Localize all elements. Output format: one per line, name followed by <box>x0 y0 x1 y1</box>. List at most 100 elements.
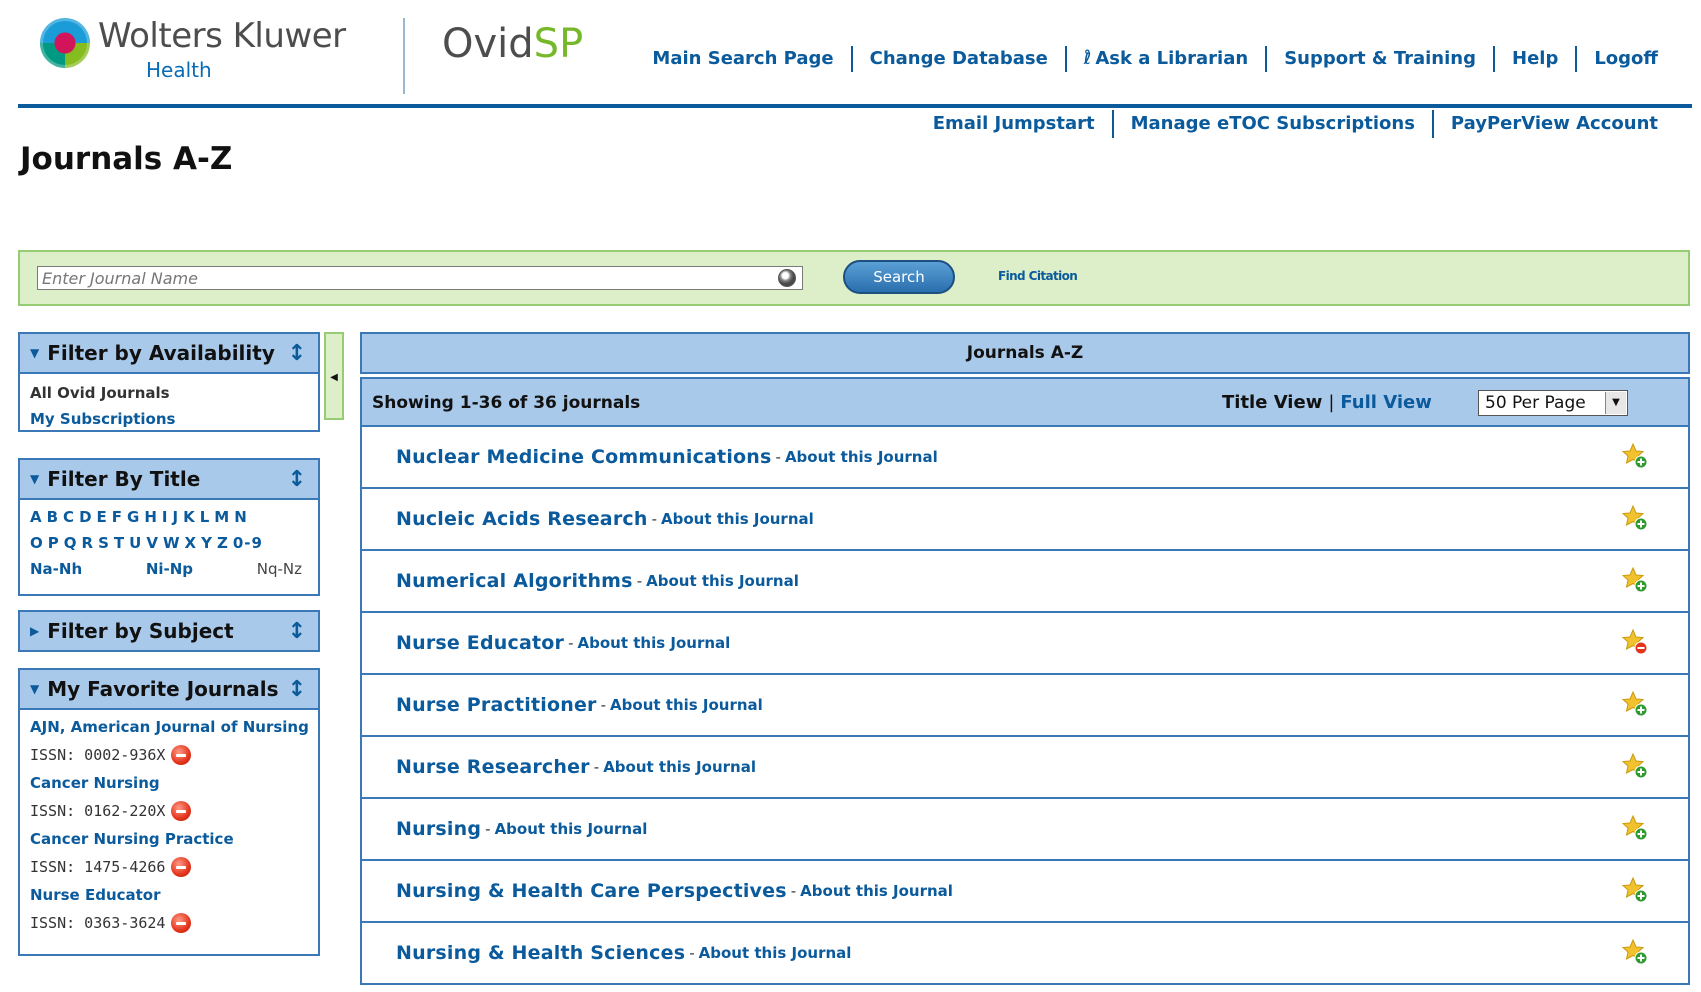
journal-title-link[interactable]: Nursing <box>396 818 481 840</box>
journal-title-link[interactable]: Nurse Researcher <box>396 756 590 778</box>
letter-filter-link[interactable]: X <box>184 530 197 556</box>
per-page-select[interactable]: 50 Per Page ▼ <box>1478 390 1628 416</box>
alphabet-row-2: O P Q R S T U V W X Y Z 0-9 <box>30 530 308 556</box>
add-favorite-star-icon[interactable] <box>1622 939 1648 965</box>
about-journal-link[interactable]: About this Journal <box>610 696 763 714</box>
about-journal-link[interactable]: About this Journal <box>699 944 852 962</box>
letter-filter-link[interactable]: Z <box>217 530 229 556</box>
favorite-journal-link[interactable]: AJN, American Journal of Nursing <box>30 714 309 740</box>
favorite-issn-text: ISSN: 0162-220X <box>30 802 166 820</box>
letter-filter-link[interactable]: V <box>146 530 159 556</box>
add-favorite-star-icon[interactable] <box>1622 877 1648 903</box>
resize-vertical-icon[interactable]: ↕ <box>288 677 306 702</box>
about-journal-link[interactable]: About this Journal <box>661 510 814 528</box>
my-subscriptions-option[interactable]: My Subscriptions <box>30 406 308 432</box>
letter-filter-link[interactable]: R <box>82 530 95 556</box>
ovidsp-logo[interactable]: OvidSP <box>442 22 583 66</box>
about-journal-link[interactable]: About this Journal <box>646 572 799 590</box>
resize-vertical-icon[interactable]: ↕ <box>288 619 306 644</box>
letter-filter-link[interactable]: Y <box>201 530 213 556</box>
letter-filter-link[interactable]: U <box>129 530 142 556</box>
letter-filter-link[interactable]: H <box>144 504 158 530</box>
collapse-sidebar-button[interactable]: ◀ <box>324 332 344 420</box>
letter-filter-link[interactable]: P <box>48 530 60 556</box>
resize-vertical-icon[interactable]: ↕ <box>288 467 306 492</box>
letter-filter-link[interactable]: D <box>79 504 92 530</box>
journal-title-link[interactable]: Nuclear Medicine Communications <box>396 446 772 468</box>
search-lens-icon[interactable] <box>778 269 796 287</box>
favorite-item: Cancer Nursing ISSN: 0162-220X <box>30 770 308 826</box>
letter-filter-link[interactable]: M <box>214 504 230 530</box>
letter-filter-link[interactable]: F <box>112 504 123 530</box>
remove-favorite-icon[interactable] <box>171 801 192 821</box>
letter-filter-link[interactable]: Q <box>64 530 78 556</box>
range-ni-np-link[interactable]: Ni-Np <box>146 556 193 582</box>
letter-filter-link[interactable]: I <box>162 504 169 530</box>
letter-filter-link[interactable]: C <box>63 504 75 530</box>
about-journal-link[interactable]: About this Journal <box>603 758 756 776</box>
letter-filter-link[interactable]: L <box>200 504 211 530</box>
payperview-account-link[interactable]: PayPerView Account <box>1431 110 1675 138</box>
journal-title-link[interactable]: Nursing & Health Sciences <box>396 942 685 964</box>
title-view-current: Title View <box>1222 392 1323 413</box>
filter-availability-title: Filter by Availability <box>47 341 275 365</box>
remove-favorite-icon[interactable] <box>171 857 192 877</box>
letter-filter-link[interactable]: E <box>97 504 108 530</box>
add-favorite-star-icon[interactable] <box>1622 505 1648 531</box>
ask-a-librarian-link[interactable]: ℓ̊ Ask a Librarian <box>1064 46 1265 72</box>
results-toolbar: Showing 1-36 of 36 journals Title View | F… <box>360 377 1690 427</box>
letter-filter-link[interactable]: T <box>114 530 125 556</box>
change-database-link[interactable]: Change Database <box>850 46 1065 72</box>
favorite-journal-link[interactable]: Nurse Educator <box>30 882 308 908</box>
journal-row: Numerical Algorithms - About this Journal <box>362 551 1688 613</box>
add-favorite-star-icon[interactable] <box>1622 753 1648 779</box>
all-ovid-journals-option[interactable]: All Ovid Journals <box>30 380 308 406</box>
journal-name-input[interactable] <box>40 267 774 289</box>
remove-favorite-icon[interactable] <box>171 745 192 765</box>
logoff-link[interactable]: Logoff <box>1575 46 1675 72</box>
add-favorite-star-icon[interactable] <box>1622 691 1648 717</box>
about-journal-link[interactable]: About this Journal <box>578 634 731 652</box>
journal-title-link[interactable]: Nursing & Health Care Perspectives <box>396 880 787 902</box>
letter-filter-link[interactable]: J <box>172 504 179 530</box>
favorite-journals-header[interactable]: ▼ My Favorite Journals ↕ <box>18 668 320 710</box>
journal-list: Nuclear Medicine Communications - About th… <box>360 427 1690 985</box>
help-link[interactable]: Help <box>1493 46 1575 72</box>
manage-etoc-link[interactable]: Manage eTOC Subscriptions <box>1111 110 1432 138</box>
journal-title-link[interactable]: Numerical Algorithms <box>396 570 633 592</box>
filter-subject-header[interactable]: ▶ Filter by Subject ↕ <box>18 610 320 652</box>
email-jumpstart-link[interactable]: Email Jumpstart <box>916 110 1112 138</box>
add-favorite-star-icon[interactable] <box>1622 815 1648 841</box>
letter-filter-link[interactable]: N <box>234 504 248 530</box>
journal-title-link[interactable]: Nucleic Acids Research <box>396 508 648 530</box>
support-training-link[interactable]: Support & Training <box>1265 46 1493 72</box>
letter-filter-link[interactable]: O <box>30 530 44 556</box>
filter-availability-header[interactable]: ▼ Filter by Availability ↕ <box>18 332 320 374</box>
letter-filter-link[interactable]: B <box>47 504 59 530</box>
letter-filter-link[interactable]: A <box>30 504 43 530</box>
resize-vertical-icon[interactable]: ↕ <box>288 341 306 366</box>
add-favorite-star-icon[interactable] <box>1622 567 1648 593</box>
remove-favorite-star-icon[interactable] <box>1622 629 1648 655</box>
main-search-page-link[interactable]: Main Search Page <box>652 46 850 72</box>
favorite-journal-link[interactable]: Cancer Nursing <box>30 770 308 796</box>
letter-filter-link[interactable]: 0-9 <box>233 530 263 556</box>
letter-filter-link[interactable]: S <box>98 530 110 556</box>
find-citation-link[interactable]: Find Citation <box>998 269 1078 283</box>
letter-filter-link[interactable]: W <box>163 530 181 556</box>
journal-title-link[interactable]: Nurse Practitioner <box>396 694 597 716</box>
remove-favorite-icon[interactable] <box>171 913 192 933</box>
about-journal-link[interactable]: About this Journal <box>800 882 953 900</box>
search-button[interactable]: Search <box>843 260 955 294</box>
add-favorite-star-icon[interactable] <box>1622 443 1648 469</box>
full-view-link[interactable]: Full View <box>1340 392 1431 413</box>
letter-filter-link[interactable]: K <box>183 504 196 530</box>
filter-title-header[interactable]: ▼ Filter By Title ↕ <box>18 458 320 500</box>
range-na-nh-link[interactable]: Na-Nh <box>30 556 82 582</box>
letter-filter-link[interactable]: G <box>127 504 140 530</box>
wolters-kluwer-logo[interactable]: Wolters Kluwer Health <box>40 18 346 82</box>
favorite-journal-link[interactable]: Cancer Nursing Practice <box>30 826 308 852</box>
about-journal-link[interactable]: About this Journal <box>495 820 648 838</box>
about-journal-link[interactable]: About this Journal <box>785 448 938 466</box>
journal-title-link[interactable]: Nurse Educator <box>396 632 564 654</box>
